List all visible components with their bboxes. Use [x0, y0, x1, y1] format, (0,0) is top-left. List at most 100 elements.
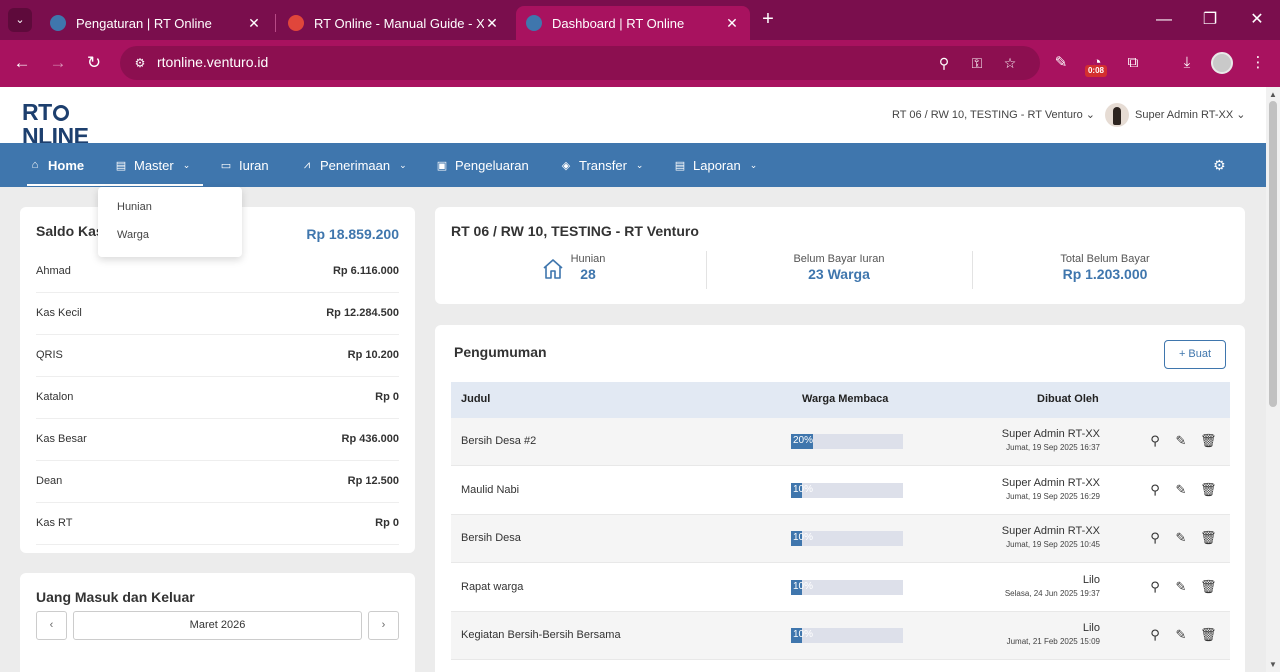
- trash-icon[interactable]: 🗑: [1200, 628, 1217, 642]
- nav-penerimaan[interactable]: ⩘ Penerimaan ⌄: [301, 143, 407, 187]
- saldo-title: Saldo Kas: [36, 223, 104, 239]
- saldo-row: Kas Kecil Rp 12.284.500: [36, 293, 399, 335]
- tab-title: Dashboard | RT Online: [552, 15, 685, 31]
- table-row[interactable]: Maulid Nabi 10% Super Admin RT-XX Jumat, 19…: [451, 467, 1230, 515]
- pin-icon[interactable]: ⚲: [1148, 579, 1162, 594]
- page-scrollbar[interactable]: ▲ ▼: [1266, 87, 1280, 672]
- profile-avatar[interactable]: [1211, 52, 1233, 74]
- tab-search-button[interactable]: ⌄: [8, 8, 32, 32]
- nav-label: Master: [134, 157, 174, 173]
- row-date: Selasa, 24 Jun 2025 19:37: [1004, 588, 1100, 598]
- buat-button[interactable]: + Buat: [1164, 340, 1226, 369]
- browser-tab-dashboard[interactable]: Dashboard | RT Online ✕: [516, 6, 750, 40]
- row-judul: Maulid Nabi: [461, 483, 520, 496]
- close-tab-icon[interactable]: ✕: [484, 15, 500, 32]
- table-row[interactable]: Kegiatan Bersih-Bersih Bersama 10% Lilo Jum…: [451, 612, 1230, 660]
- download-icon[interactable]: ⤓: [1175, 51, 1199, 75]
- account-value: Rp 10.200: [347, 349, 399, 361]
- zoom-icon[interactable]: ⚲: [935, 54, 953, 72]
- account-name: Ahmad: [36, 265, 71, 277]
- logo-text: RTNLINE: [22, 99, 89, 149]
- row-date: Jumat, 19 Sep 2025 16:37: [1006, 443, 1100, 452]
- dropdown-item-hunian[interactable]: Hunian: [117, 201, 152, 213]
- pin-icon[interactable]: ⚲: [1148, 531, 1162, 545]
- row-judul: Bersih Desa: [461, 532, 521, 544]
- bookmark-star-icon[interactable]: ☆: [1001, 54, 1019, 72]
- address-bar[interactable]: ⚙ rtonline.venturo.id ⚲ ⚿ ☆: [120, 46, 1040, 80]
- pin-icon[interactable]: ⚲: [1148, 628, 1162, 642]
- table-row[interactable]: Rapat warga 10% Lilo Selasa, 24 Jun 2025 19…: [451, 564, 1230, 612]
- stat-value: Rp 1.203.000: [1062, 266, 1148, 282]
- nav-pengeluaran[interactable]: ▣ Pengeluaran: [436, 143, 529, 187]
- rt-online-logo[interactable]: RTNLINE Manajemen Administrasi Pengurus …: [22, 100, 127, 153]
- scroll-down-icon[interactable]: ▼: [1269, 660, 1277, 669]
- user-avatar[interactable]: [1105, 103, 1129, 127]
- scroll-up-icon[interactable]: ▲: [1269, 90, 1277, 99]
- site-settings-icon[interactable]: ⚙: [132, 55, 148, 71]
- back-arrow-icon[interactable]: ←: [10, 51, 34, 75]
- close-tab-icon[interactable]: ✕: [724, 15, 740, 32]
- pin-icon[interactable]: ⚲: [1148, 434, 1162, 448]
- restore-window-icon[interactable]: ❐: [1198, 8, 1222, 32]
- account-name: Kas Kecil: [36, 307, 82, 319]
- dropdown-item-warga[interactable]: Warga: [117, 229, 149, 241]
- user-menu[interactable]: Super Admin RT-XX ⌄: [1135, 108, 1246, 121]
- browser-menu-icon[interactable]: ⋮: [1246, 51, 1270, 75]
- browser-tab-pengaturan[interactable]: Pengaturan | RT Online ✕: [40, 6, 272, 40]
- stat-divider: [706, 251, 707, 289]
- row-judul: Kegiatan Bersih-Bersih Bersama: [461, 629, 621, 641]
- browser-toolbar: ← → ↻ ⚙ rtonline.venturo.id ⚲ ⚿ ☆ ✎ ◔ ⧉ …: [0, 40, 1280, 87]
- month-picker[interactable]: Maret 2026: [73, 611, 362, 640]
- forward-arrow-icon[interactable]: →: [46, 51, 70, 75]
- home-icon: ⌂: [31, 159, 39, 171]
- close-tab-icon[interactable]: ✕: [246, 15, 262, 32]
- pin-icon[interactable]: ⚲: [1148, 482, 1162, 497]
- trash-icon[interactable]: 🗑: [1200, 434, 1217, 448]
- edit-icon[interactable]: ✎: [1174, 628, 1188, 642]
- app-header: RTNLINE Manajemen Administrasi Pengurus …: [0, 87, 1266, 153]
- stat-divider: [972, 251, 973, 289]
- table-row[interactable]: Bersih Desa #2 20% Super Admin RT-XX Jumat,…: [451, 418, 1230, 466]
- settings-gear-icon[interactable]: ⚙: [1213, 157, 1226, 174]
- trash-icon[interactable]: 🗑: [1200, 531, 1217, 545]
- trash-icon[interactable]: 🗑: [1200, 579, 1217, 594]
- extensions-puzzle-icon[interactable]: ⧉: [1121, 51, 1145, 75]
- reload-icon[interactable]: ↻: [82, 51, 106, 75]
- nav-iuran[interactable]: ▭ Iuran: [220, 143, 269, 187]
- nav-transfer[interactable]: ◈ Transfer ⌄: [560, 143, 644, 187]
- account-name: Kas Besar: [36, 433, 87, 445]
- chevron-down-icon: ⌄: [399, 159, 407, 170]
- new-tab-button[interactable]: +: [758, 8, 778, 32]
- url-text[interactable]: rtonline.venturo.id: [157, 54, 268, 70]
- browser-tab-manual-guide[interactable]: RT Online - Manual Guide - Xm ✕: [278, 6, 510, 40]
- nav-laporan[interactable]: ▤ Laporan ⌄: [674, 143, 757, 187]
- nav-home[interactable]: ⌂ Home: [29, 143, 84, 187]
- read-progress-label: 10%: [793, 629, 814, 640]
- edit-icon[interactable]: ✎: [1174, 531, 1188, 545]
- nav-master[interactable]: ▤ Master ⌄: [115, 143, 190, 187]
- minimize-window-icon[interactable]: —: [1152, 8, 1176, 32]
- account-name: Kas RT: [36, 517, 73, 529]
- edit-icon[interactable]: ✎: [1174, 482, 1188, 497]
- row-judul: Rapat warga: [461, 580, 524, 593]
- row-judul: Bersih Desa #2: [461, 435, 537, 447]
- trash-icon[interactable]: 🗑: [1200, 482, 1217, 497]
- tab-separator: [275, 14, 276, 32]
- feather-extension-icon[interactable]: ✎: [1049, 51, 1073, 75]
- password-key-icon[interactable]: ⚿: [968, 54, 986, 72]
- scroll-thumb[interactable]: [1269, 101, 1277, 407]
- saldo-row: QRIS Rp 10.200: [36, 335, 399, 377]
- card-icon: ▭: [220, 159, 232, 172]
- saldo-row: Ahmad Rp 6.116.000: [36, 251, 399, 293]
- rt-selector[interactable]: RT 06 / RW 10, TESTING - RT Venturo ⌄: [892, 108, 1095, 121]
- manual-guide-favicon-icon: [288, 15, 304, 31]
- edit-icon[interactable]: ✎: [1174, 579, 1188, 594]
- close-window-icon[interactable]: ✕: [1245, 8, 1269, 32]
- stat-label: Belum Bayar Iuran: [793, 253, 885, 265]
- read-progress-bar: 10%: [791, 482, 903, 498]
- next-month-button[interactable]: ›: [368, 611, 399, 640]
- table-row[interactable]: Bersih Desa 10% Super Admin RT-XX Jumat, 19…: [451, 515, 1230, 563]
- edit-icon[interactable]: ✎: [1174, 434, 1188, 448]
- col-warga-membaca: Warga Membaca: [802, 393, 889, 405]
- prev-month-button[interactable]: ‹: [36, 611, 67, 640]
